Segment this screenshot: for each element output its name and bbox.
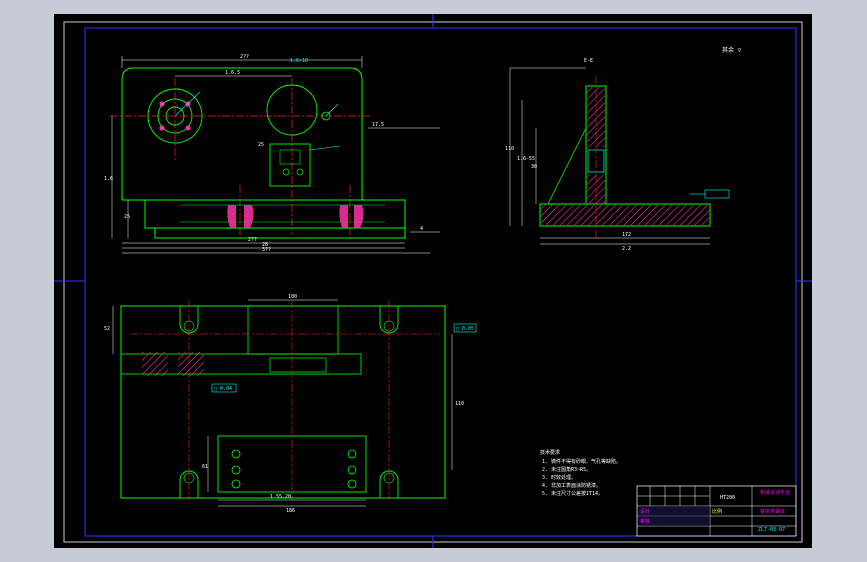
material: HT200 [720, 495, 735, 501]
top-dim-slot-span: 100 [288, 294, 297, 300]
dim-base-length: 3?? [262, 247, 271, 253]
side-base-hatch [541, 205, 709, 225]
top-dim-pad-width: 1 55.20 [270, 494, 291, 500]
dim-center-label: 1.6-10 [290, 58, 308, 64]
top-dim-pad-width2: 186 [286, 508, 295, 514]
dim-left-offset: 1.6.5 [225, 70, 240, 76]
notes-title: 技术要求 [540, 449, 560, 456]
dim-tol: 4 [420, 226, 423, 232]
callout-2: □ 0.04 [214, 386, 232, 392]
part-name: 铣床夹具体 [760, 508, 785, 515]
side-dim-height: 110 [505, 146, 514, 152]
school: 机械设计专业 [760, 489, 790, 496]
top-dim-pad-height: 61 [202, 464, 208, 470]
drawing-sheet [54, 14, 812, 548]
scale-label: 比例 [712, 508, 722, 515]
side-dim-overall: 2.2 [622, 246, 631, 252]
top-dim-right-height: 110 [455, 401, 464, 407]
note-item: 1. 铸件不得有砂眼、气孔等缺陷。 [542, 458, 621, 465]
roughness-note: 其余 ▽ [722, 46, 742, 54]
note-item: 4. 非加工表面涂防锈漆。 [542, 482, 601, 489]
checker: 审核 [640, 518, 650, 525]
side-dim-base-width: 172 [622, 232, 631, 238]
dim-height: 1.6 [104, 176, 113, 182]
dim-overall-width: 2?? [240, 54, 249, 60]
note-item: 5. 未注尺寸公差按IT14。 [542, 490, 603, 497]
designer: 设计 [640, 508, 650, 515]
dim-right-gap: 17.5 [372, 122, 384, 128]
section-label: E-E [584, 58, 593, 64]
top-dim-left-height: 52 [104, 326, 110, 332]
cad-drawing-canvas: 2?? 1.6-10 1.6.5 2?? 28 3?? 17.5 1.6 25 … [54, 14, 812, 548]
side-dim-inner: 30 [531, 164, 537, 170]
dim-small: 25 [258, 142, 264, 148]
dim-base-width: 2?? [248, 237, 257, 243]
callout-1: □ 0.05 [456, 326, 474, 332]
note-item: 3. 时效处理。 [542, 474, 576, 481]
drawing-no: ZL7-03-07 [758, 527, 785, 533]
note-item: 2. 未注圆角R3~R5。 [542, 466, 591, 473]
side-dim-partial: 1.6-55 [517, 156, 535, 162]
dim-base-height: 25 [124, 214, 130, 220]
